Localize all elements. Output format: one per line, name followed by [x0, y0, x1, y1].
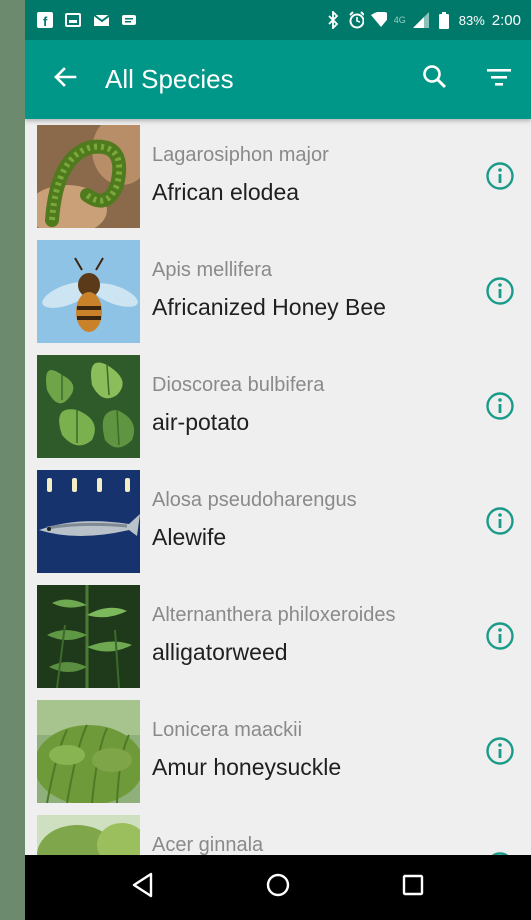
mail-icon [93, 12, 109, 28]
battery-icon [436, 11, 452, 29]
alarm-icon [348, 11, 364, 29]
scientific-name: Lonicera maackii [152, 719, 303, 741]
species-thumbnail [37, 355, 140, 458]
info-button[interactable] [483, 391, 517, 425]
list-item[interactable]: Alternanthera philoxeroides alligatorwee… [25, 579, 531, 694]
species-thumbnail [37, 585, 140, 688]
scientific-name: Lagarosiphon major [152, 144, 329, 166]
scientific-name: Dioscorea bulbifera [152, 374, 325, 396]
sort-icon [486, 66, 512, 93]
common-name: air-potato [152, 409, 250, 435]
arrow-back-icon [53, 65, 77, 94]
info-button[interactable] [483, 621, 517, 655]
info-icon [485, 621, 515, 656]
list-item[interactable]: Dioscorea bulbifera air-potato [25, 349, 531, 464]
info-button[interactable] [483, 506, 517, 540]
scientific-name: Alternanthera philoxeroides [152, 604, 396, 626]
search-button[interactable] [403, 40, 467, 119]
app-bar: All Species [25, 40, 531, 119]
list-item[interactable]: Acer ginnala [25, 809, 531, 855]
screen-border [0, 0, 25, 920]
common-name: alligatorweed [152, 639, 288, 665]
info-button[interactable] [483, 276, 517, 310]
phone-screen: f 4G 83% 2:00 All Species Lagarosiphon m… [25, 0, 531, 920]
nav-home-icon [265, 872, 291, 903]
battery-percent: 83% [458, 12, 485, 28]
status-bar: f 4G 83% 2:00 [25, 0, 531, 40]
species-thumbnail [37, 815, 140, 855]
nav-back-icon [131, 872, 155, 903]
info-button[interactable] [483, 161, 517, 195]
nav-recents-button[interactable] [383, 858, 443, 918]
common-name: Amur honeysuckle [152, 754, 342, 780]
species-list: Lagarosiphon major African elodea Apis m… [25, 119, 531, 855]
info-icon [485, 506, 515, 541]
image-icon [65, 12, 81, 28]
facebook-icon: f [37, 12, 53, 28]
info-button[interactable] [483, 736, 517, 770]
bluetooth-icon [325, 11, 341, 29]
wifi-icon [370, 12, 387, 28]
species-thumbnail [37, 470, 140, 573]
list-item[interactable]: Lagarosiphon major African elodea [25, 119, 531, 234]
info-icon [485, 736, 515, 771]
common-name: African elodea [152, 179, 300, 205]
scientific-name: Alosa pseudoharengus [152, 489, 357, 511]
nav-back-button[interactable] [113, 858, 173, 918]
page-title: All Species [105, 64, 234, 94]
info-icon [485, 276, 515, 311]
nav-home-button[interactable] [248, 858, 308, 918]
signal-icon [412, 12, 429, 28]
info-icon [485, 161, 515, 196]
species-thumbnail [37, 125, 140, 228]
sort-button[interactable] [467, 40, 531, 119]
search-icon [422, 64, 448, 95]
scientific-name: Acer ginnala [152, 834, 264, 855]
common-name: Africanized Honey Bee [152, 294, 386, 320]
common-name: Alewife [152, 524, 227, 550]
info-icon [485, 391, 515, 426]
list-item[interactable]: Apis mellifera Africanized Honey Bee [25, 234, 531, 349]
list-item[interactable]: Alosa pseudoharengus Alewife [25, 464, 531, 579]
svg-text:f: f [43, 14, 48, 28]
clock: 2:00 [491, 11, 521, 29]
species-thumbnail [37, 700, 140, 803]
navigation-bar [25, 855, 531, 920]
nav-recents-icon [401, 873, 425, 902]
list-item[interactable]: Lonicera maackii Amur honeysuckle [25, 694, 531, 809]
scientific-name: Apis mellifera [152, 259, 273, 281]
species-thumbnail [37, 240, 140, 343]
message-icon [121, 12, 137, 28]
back-button[interactable] [25, 40, 105, 119]
network-type-label: 4G [393, 15, 406, 25]
